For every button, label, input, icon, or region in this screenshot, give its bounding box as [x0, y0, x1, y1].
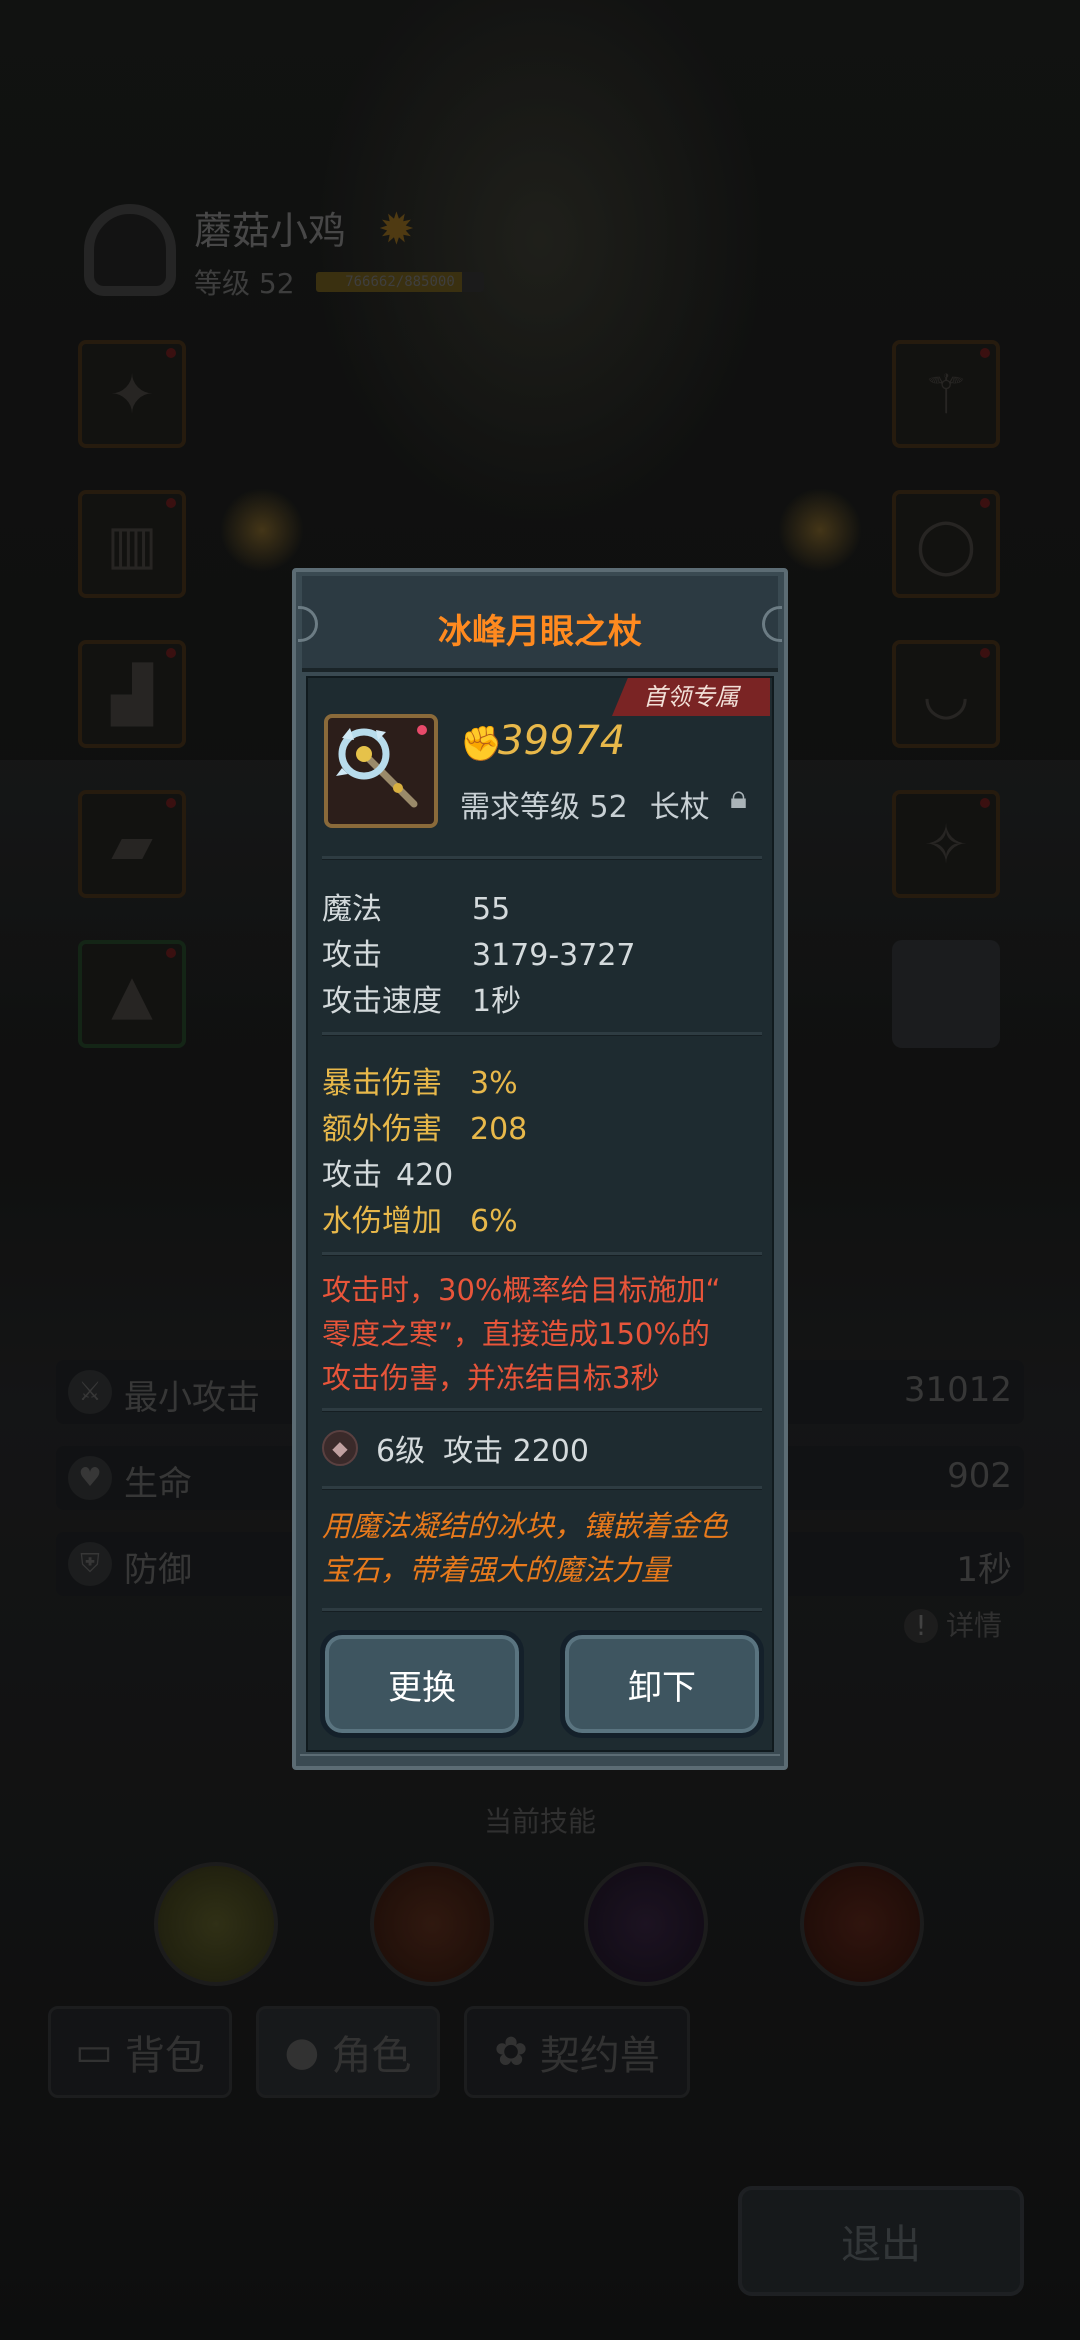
item-detail-modal: 冰峰月眼之杖 首领专属 ✊ 39974 需求等级 52 长杖 🔒︎ 魔法 55 攻击… [292, 568, 788, 1770]
item-requirements: 需求等级 52 长杖 [460, 782, 732, 826]
divider [322, 1408, 762, 1412]
gem-row: ◆ 6级 攻击 2200 [322, 1426, 589, 1470]
modal-titlebar: 冰峰月眼之杖 [298, 576, 782, 672]
modal-bottom-trim [300, 1754, 780, 1764]
required-level: 需求等级 52 [460, 790, 628, 825]
divider [322, 1032, 762, 1036]
bonus-water-damage: 水伤增加 6% [322, 1204, 518, 1239]
item-icon-frame [324, 714, 438, 828]
item-name: 冰峰月眼之杖 [438, 612, 642, 652]
divider [322, 1252, 762, 1256]
gem-bonus: 攻击 2200 [443, 1434, 589, 1469]
bonus-crit-damage: 暴击伤害 3% [322, 1066, 518, 1101]
item-skill-description: 攻击时，30%概率给目标施加“ 零度之寒”，直接造成150%的 攻击伤害，并冻结… [322, 1273, 721, 1395]
bonus-attack: 攻击 420 [322, 1158, 454, 1193]
replace-button[interactable]: 更换 [320, 1630, 524, 1738]
modal-body: 首领专属 ✊ 39974 需求等级 52 长杖 🔒︎ 魔法 55 攻击 3179-37… [306, 676, 774, 1752]
item-power: 39974 [498, 718, 626, 764]
attr-attack: 攻击 3179-3727 [322, 938, 636, 973]
bonus-extra-damage: 额外伤害 208 [322, 1112, 528, 1147]
lock-icon[interactable]: 🔒︎ [730, 778, 760, 818]
unequip-button[interactable]: 卸下 [560, 1630, 764, 1738]
item-type: 长杖 [649, 790, 710, 825]
gem-level: 6级 [376, 1434, 426, 1469]
boss-exclusive-badge: 首领专属 [612, 678, 770, 716]
item-flavor-text: 用魔法凝结的冰块，镶嵌着金色 宝石，带着强大的魔法力量 [322, 1509, 729, 1587]
attr-attack-speed: 攻击速度 1秒 [322, 984, 522, 1019]
divider [322, 856, 762, 860]
gem-icon: ◆ [322, 1430, 358, 1466]
combat-power-icon: ✊ [460, 724, 503, 764]
attr-magic: 魔法 55 [322, 892, 511, 927]
divider [322, 1486, 762, 1490]
staff-icon [336, 725, 427, 808]
divider [322, 1608, 762, 1612]
